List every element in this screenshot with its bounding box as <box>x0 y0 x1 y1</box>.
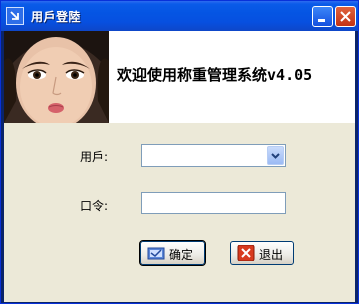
exit-button[interactable]: 退出 <box>230 241 294 265</box>
welcome-text: 欢迎使用称重管理系统v4.05 <box>117 66 313 84</box>
user-label: 用戶: <box>80 150 109 164</box>
minimize-button[interactable] <box>312 6 333 27</box>
login-window: 用戶登陸 欢迎使用称重管理系统v4.05 用戶: 口令: 确定 退出 <box>0 0 359 304</box>
app-arrow-icon <box>6 7 24 25</box>
confirm-icon <box>147 245 165 261</box>
close-button[interactable] <box>335 6 356 27</box>
ok-button[interactable]: 确定 <box>139 240 206 266</box>
woman-portrait-photo <box>4 31 109 123</box>
welcome-banner: 欢迎使用称重管理系统v4.05 <box>4 31 355 123</box>
user-combobox[interactable] <box>141 144 286 167</box>
password-label: 口令: <box>80 199 109 213</box>
exit-label: 退出 <box>259 248 284 262</box>
close-icon <box>340 11 351 22</box>
ok-label: 确定 <box>169 248 194 262</box>
title-bar[interactable]: 用戶登陸 <box>1 1 358 31</box>
dropdown-button[interactable] <box>267 146 284 165</box>
minimize-icon <box>318 19 325 22</box>
client-area: 欢迎使用称重管理系统v4.05 用戶: 口令: 确定 退出 <box>4 31 355 302</box>
chevron-down-icon <box>271 153 280 159</box>
password-field[interactable] <box>141 192 286 214</box>
exit-x-icon <box>237 244 255 262</box>
window-title: 用戶登陸 <box>31 10 82 24</box>
